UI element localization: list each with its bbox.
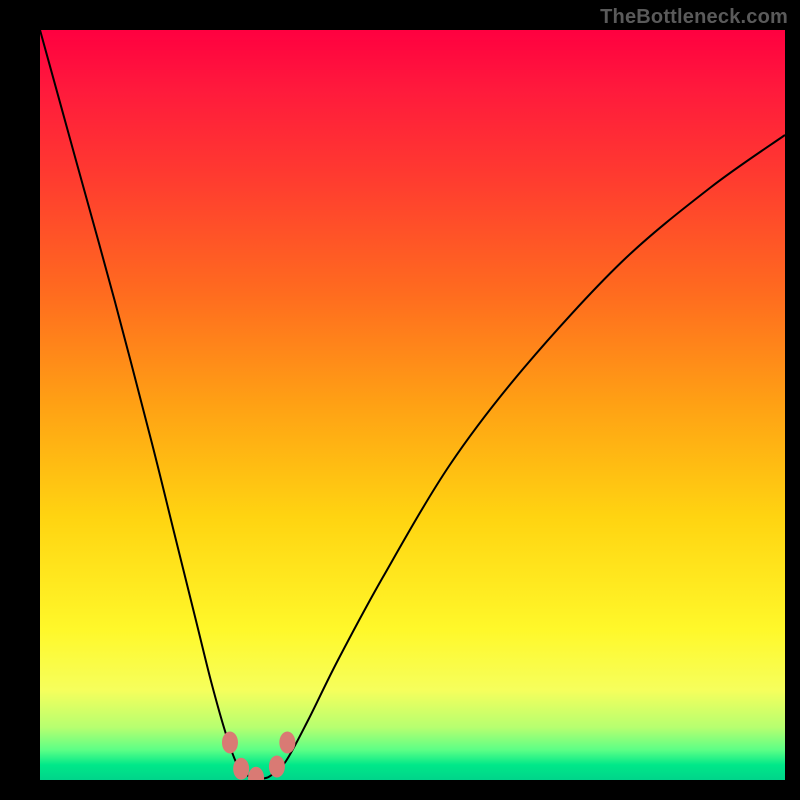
curve-knot xyxy=(269,756,285,778)
watermark-text: TheBottleneck.com xyxy=(600,6,788,29)
curve-knot xyxy=(233,758,249,780)
curve-knot xyxy=(222,732,238,754)
curve-knot xyxy=(248,767,264,780)
curve-knot xyxy=(279,732,295,754)
curve-layer xyxy=(40,30,785,780)
chart-frame: TheBottleneck.com xyxy=(0,0,800,800)
bottleneck-curve xyxy=(40,30,785,779)
plot-area xyxy=(40,30,785,780)
